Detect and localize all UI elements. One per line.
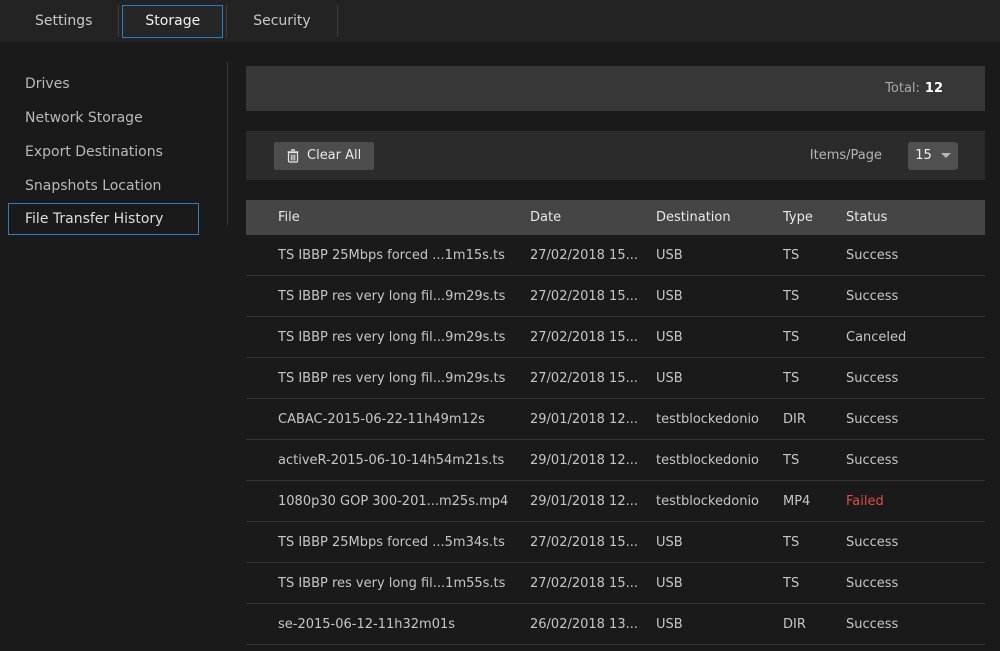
file-cell: 1080p30 GOP 300-201...m25s.mp4 <box>246 494 530 509</box>
date-cell: 26/02/2018 13... <box>530 617 656 632</box>
column-header-destination: Destination <box>656 210 783 225</box>
status-cell: Success <box>846 371 985 386</box>
date-cell: 27/02/2018 15... <box>530 248 656 263</box>
clear-all-label: Clear All <box>307 148 361 163</box>
file-cell: TS IBBP res very long fil...9m29s.ts <box>246 330 530 345</box>
clear-all-button[interactable]: Clear All <box>274 142 374 170</box>
status-cell: Success <box>846 412 985 427</box>
type-cell: TS <box>783 576 846 591</box>
table-row: TS IBBP 25Mbps forced ...5m34s.ts 27/02/… <box>246 522 985 563</box>
date-cell: 29/01/2018 12... <box>530 412 656 427</box>
column-header-file: File <box>246 210 530 225</box>
destination-cell: USB <box>656 535 783 550</box>
date-cell: 27/02/2018 15... <box>530 289 656 304</box>
sidebar-content-divider <box>227 62 228 225</box>
chevron-down-icon <box>941 153 951 158</box>
sidebar: Drives Network Storage Export Destinatio… <box>0 66 228 235</box>
sidebar-item-network-storage[interactable]: Network Storage <box>0 100 228 134</box>
sidebar-item-file-transfer-history[interactable]: File Transfer History <box>8 203 199 235</box>
type-cell: TS <box>783 371 846 386</box>
table-row: TS IBBP 25Mbps forced ...1m15s.ts 27/02/… <box>246 235 985 276</box>
date-cell: 27/02/2018 15... <box>530 330 656 345</box>
destination-cell: USB <box>656 617 783 632</box>
type-cell: TS <box>783 453 846 468</box>
status-cell: Success <box>846 576 985 591</box>
date-cell: 27/02/2018 15... <box>530 535 656 550</box>
table-row: TS IBBP res very long fil...9m29s.ts 27/… <box>246 276 985 317</box>
column-header-status: Status <box>846 210 985 225</box>
status-cell: Canceled <box>846 330 985 345</box>
status-cell: Success <box>846 617 985 632</box>
destination-cell: testblockedonio <box>656 494 783 509</box>
total-label: Total: <box>885 81 920 96</box>
file-cell: TS IBBP res very long fil...9m29s.ts <box>246 289 530 304</box>
table-row: se-2015-06-12-11h32m01s 26/02/2018 13...… <box>246 604 985 645</box>
tab-divider <box>337 5 338 37</box>
file-cell: TS IBBP 25Mbps forced ...5m34s.ts <box>246 535 530 550</box>
destination-cell: USB <box>656 248 783 263</box>
sidebar-item-export-destinations[interactable]: Export Destinations <box>0 134 228 168</box>
file-transfer-history-table: File Date Destination Type Status TS IBB… <box>246 200 985 645</box>
top-tab-bar: Settings Storage Security <box>0 0 1000 42</box>
date-cell: 29/01/2018 12... <box>530 494 656 509</box>
trash-icon <box>287 149 299 163</box>
destination-cell: USB <box>656 576 783 591</box>
status-cell: Success <box>846 453 985 468</box>
tab-settings[interactable]: Settings <box>12 5 115 38</box>
column-header-type: Type <box>783 210 846 225</box>
table-row: TS IBBP res very long fil...9m29s.ts 27/… <box>246 317 985 358</box>
destination-cell: testblockedonio <box>656 453 783 468</box>
items-per-page-value: 15 <box>915 148 932 163</box>
type-cell: TS <box>783 535 846 550</box>
column-header-date: Date <box>530 210 656 225</box>
tab-security[interactable]: Security <box>230 5 334 38</box>
items-per-page-label: Items/Page <box>810 148 882 163</box>
table-header-row: File Date Destination Type Status <box>246 200 985 235</box>
type-cell: TS <box>783 330 846 345</box>
file-cell: TS IBBP 25Mbps forced ...1m15s.ts <box>246 248 530 263</box>
type-cell: MP4 <box>783 494 846 509</box>
tab-storage[interactable]: Storage <box>122 5 223 38</box>
items-per-page-group: Items/Page 15 <box>810 142 958 170</box>
destination-cell: testblockedonio <box>656 412 783 427</box>
total-summary-bar: Total: 12 <box>246 66 985 111</box>
type-cell: TS <box>783 248 846 263</box>
status-cell: Success <box>846 289 985 304</box>
sidebar-item-snapshots-location[interactable]: Snapshots Location <box>0 168 228 202</box>
total-value: 12 <box>925 81 943 96</box>
file-cell: activeR-2015-06-10-14h54m21s.ts <box>246 453 530 468</box>
file-cell: se-2015-06-12-11h32m01s <box>246 617 530 632</box>
table-row: TS IBBP res very long fil...1m55s.ts 27/… <box>246 563 985 604</box>
table-row: 1080p30 GOP 300-201...m25s.mp4 29/01/201… <box>246 481 985 522</box>
date-cell: 29/01/2018 12... <box>530 453 656 468</box>
items-per-page-dropdown[interactable]: 15 <box>908 142 958 170</box>
tab-divider <box>118 5 119 37</box>
destination-cell: USB <box>656 371 783 386</box>
status-cell: Success <box>846 248 985 263</box>
status-cell: Failed <box>846 494 985 509</box>
table-row: CABAC-2015-06-22-11h49m12s 29/01/2018 12… <box>246 399 985 440</box>
table-row: TS IBBP res very long fil...9m29s.ts 27/… <box>246 358 985 399</box>
type-cell: DIR <box>783 412 846 427</box>
table-row: activeR-2015-06-10-14h54m21s.ts 29/01/20… <box>246 440 985 481</box>
destination-cell: USB <box>656 330 783 345</box>
file-cell: TS IBBP res very long fil...9m29s.ts <box>246 371 530 386</box>
date-cell: 27/02/2018 15... <box>530 576 656 591</box>
type-cell: DIR <box>783 617 846 632</box>
date-cell: 27/02/2018 15... <box>530 371 656 386</box>
table-toolbar: Clear All Items/Page 15 <box>246 131 985 180</box>
sidebar-item-drives[interactable]: Drives <box>0 66 228 100</box>
tab-divider <box>226 5 227 37</box>
status-cell: Success <box>846 535 985 550</box>
type-cell: TS <box>783 289 846 304</box>
file-cell: CABAC-2015-06-22-11h49m12s <box>246 412 530 427</box>
destination-cell: USB <box>656 289 783 304</box>
file-cell: TS IBBP res very long fil...1m55s.ts <box>246 576 530 591</box>
